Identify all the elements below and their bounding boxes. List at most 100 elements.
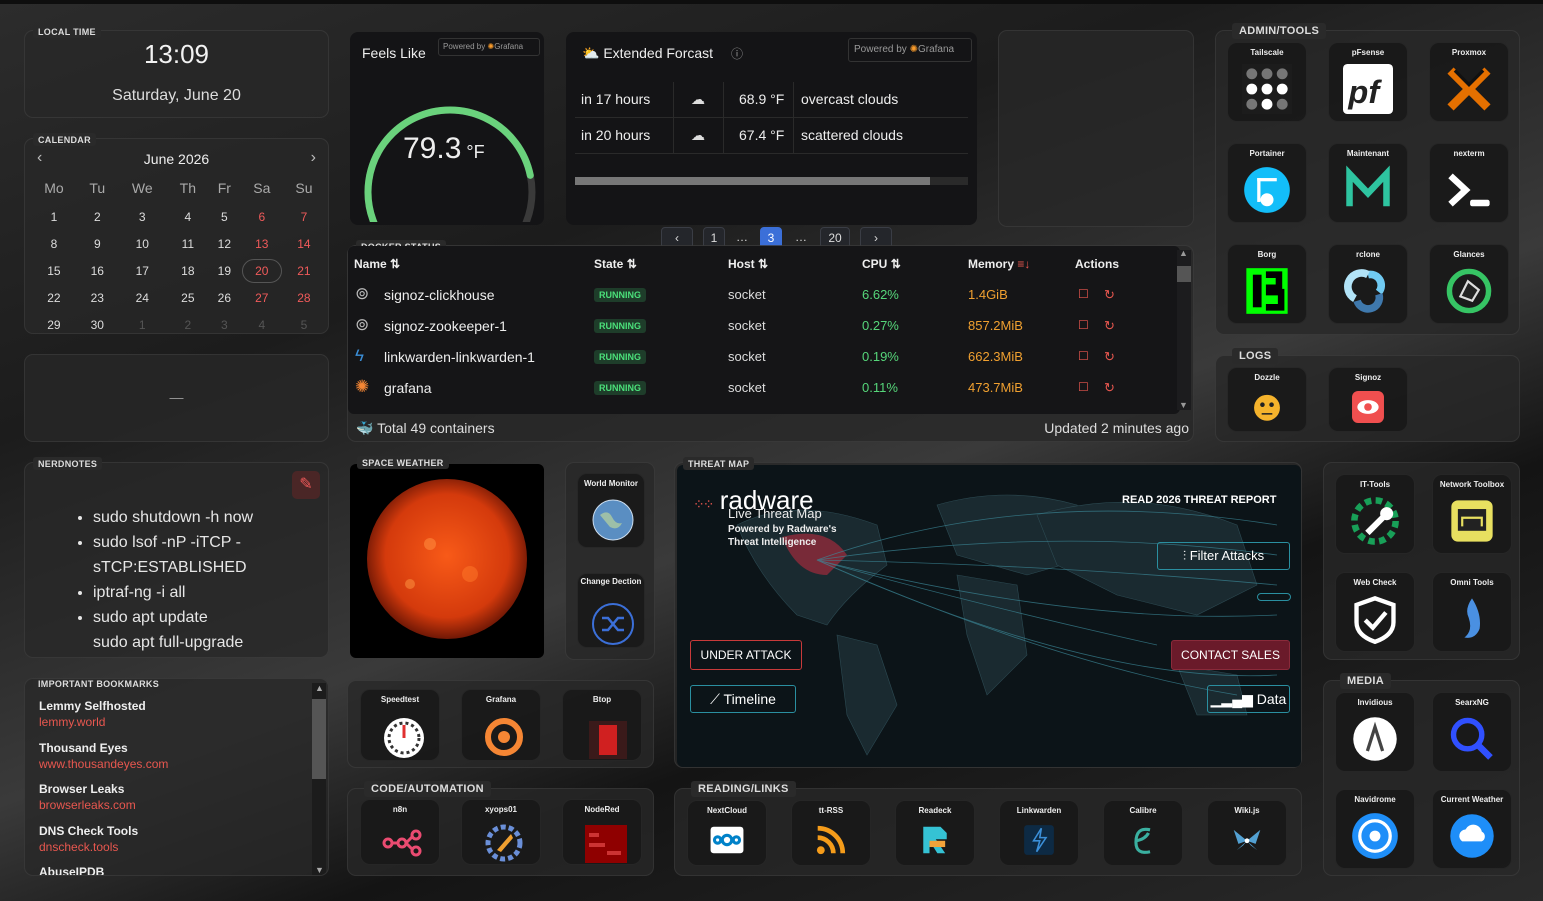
calendar-day[interactable]: 16 xyxy=(78,257,117,284)
forecast-scroll-thumb[interactable] xyxy=(575,177,930,185)
timeline-button[interactable]: ⟋ Timeline xyxy=(690,685,796,713)
stop-icon[interactable]: ☐ xyxy=(1078,318,1089,332)
ittools-tile[interactable]: IT-Tools xyxy=(1335,474,1415,554)
grafana-powered-badge[interactable]: Powered by ✺Grafana xyxy=(438,38,540,56)
bookmark-item[interactable]: AbuseIPDB xyxy=(39,865,104,875)
calendar-day[interactable]: 7 xyxy=(283,203,325,230)
scroll-thumb[interactable] xyxy=(1177,266,1191,282)
restart-icon[interactable]: ↻ xyxy=(1104,349,1115,365)
calendar-day[interactable]: 18 xyxy=(168,257,208,284)
calendar-day[interactable]: 9 xyxy=(78,230,117,257)
calendar-day[interactable]: 25 xyxy=(168,284,208,311)
bookmarks-scrollbar[interactable]: ▲ ▼ xyxy=(312,683,326,875)
scroll-thumb[interactable] xyxy=(312,699,326,779)
calendar-day[interactable]: 13 xyxy=(241,230,283,257)
bookmark-url[interactable]: dnscheck.tools xyxy=(39,840,138,854)
nexterm-tile[interactable]: nexterm xyxy=(1429,143,1509,223)
rss-tile[interactable]: tt-RSS xyxy=(791,800,871,866)
calendar-day[interactable]: 6 xyxy=(241,203,283,230)
edit-icon[interactable]: ✎ xyxy=(292,471,320,499)
calendar-day[interactable]: 5 xyxy=(208,203,241,230)
nodered-tile[interactable]: NodeRed xyxy=(562,799,642,865)
change-detection-tile[interactable]: Change Dection xyxy=(577,573,645,648)
calibre-tile[interactable]: Calibre xyxy=(1103,800,1183,866)
table-row[interactable]: ϟ linkwarden-linkwarden-1 RUNNING socket… xyxy=(348,341,1168,371)
calendar-day[interactable]: 2 xyxy=(168,311,208,338)
readeck-tile[interactable]: Readeck xyxy=(895,800,975,866)
bookmark-item[interactable]: Browser Leaks browserleaks.com xyxy=(39,782,136,812)
xyops-tile[interactable]: xyops01 xyxy=(461,799,541,865)
threat-report-link[interactable]: READ 2026 THREAT REPORT xyxy=(1122,494,1276,506)
wikijs-tile[interactable]: Wiki.js xyxy=(1207,800,1287,866)
calendar-day[interactable]: 23 xyxy=(78,284,117,311)
n8n-tile[interactable]: n8n xyxy=(360,799,440,865)
calendar-day[interactable]: 12 xyxy=(208,230,241,257)
searxng-tile[interactable]: SearxNG xyxy=(1432,692,1512,772)
calendar-day[interactable]: 30 xyxy=(78,311,117,338)
restart-icon[interactable]: ↻ xyxy=(1104,287,1115,303)
invidious-tile[interactable]: Invidious xyxy=(1335,692,1415,772)
bookmark-item[interactable]: DNS Check Tools dnscheck.tools xyxy=(39,824,138,854)
docker-scrollbar[interactable]: ▲ ▼ xyxy=(1177,248,1191,410)
stop-icon[interactable]: ☐ xyxy=(1078,287,1089,301)
calendar-day[interactable]: 4 xyxy=(168,203,208,230)
calendar-day[interactable]: 27 xyxy=(241,284,283,311)
calendar-day[interactable]: 5 xyxy=(283,311,325,338)
restart-icon[interactable]: ↻ xyxy=(1104,318,1115,334)
rclone-tile[interactable]: rclone xyxy=(1328,244,1408,324)
under-attack-button[interactable]: UNDER ATTACK xyxy=(690,640,802,670)
dozzle-tile[interactable]: Dozzle xyxy=(1227,367,1307,432)
bookmark-url[interactable]: www.thousandeyes.com xyxy=(39,757,168,771)
calendar-day[interactable]: 14 xyxy=(283,230,325,257)
table-row[interactable]: ⊚ signoz-zookeeper-1 RUNNING socket 0.27… xyxy=(348,310,1168,340)
webcheck-tile[interactable]: Web Check xyxy=(1335,572,1415,652)
netbox-tile[interactable]: Network Toolbox xyxy=(1432,474,1512,554)
pfsense-tile[interactable]: pFsense pf xyxy=(1328,42,1408,122)
data-button[interactable]: ▁▂▄▆ Data xyxy=(1207,685,1290,713)
calendar-day[interactable]: 4 xyxy=(241,311,283,338)
calendar-day[interactable]: 28 xyxy=(283,284,325,311)
bookmark-item[interactable]: Thousand Eyes www.thousandeyes.com xyxy=(39,741,168,771)
scroll-up-icon[interactable]: ▲ xyxy=(1179,248,1188,258)
scroll-down-icon[interactable]: ▼ xyxy=(1179,400,1188,410)
calendar-day[interactable]: 26 xyxy=(208,284,241,311)
calendar-day[interactable]: 1 xyxy=(117,311,168,338)
calendar-day[interactable]: 19 xyxy=(208,257,241,284)
stop-icon[interactable]: ☐ xyxy=(1078,349,1089,363)
info-icon[interactable]: ⓘ xyxy=(731,47,743,61)
navidrome-tile[interactable]: Navidrome xyxy=(1335,789,1415,869)
calendar-day[interactable]: 10 xyxy=(117,230,168,257)
calendar-day[interactable]: 21 xyxy=(283,257,325,284)
tailscale-tile[interactable]: Tailscale xyxy=(1227,42,1307,122)
contact-sales-button[interactable]: CONTACT SALES xyxy=(1171,640,1290,670)
table-row[interactable]: ✺ grafana RUNNING socket 0.11% 473.7MiB … xyxy=(348,372,1168,402)
col-memory[interactable]: Memory ≡↓ xyxy=(968,257,1030,271)
col-host[interactable]: Host ⇅ xyxy=(728,257,768,271)
calendar-day[interactable]: 24 xyxy=(117,284,168,311)
calendar-day[interactable]: 11 xyxy=(168,230,208,257)
calendar-day[interactable]: 20 xyxy=(241,257,283,284)
toggle-switch[interactable] xyxy=(1257,593,1291,601)
calendar-day[interactable]: 3 xyxy=(117,203,168,230)
nextcloud-tile[interactable]: NextCloud xyxy=(687,800,767,866)
scroll-up-icon[interactable]: ▲ xyxy=(315,683,324,693)
next-month-button[interactable]: › xyxy=(311,149,316,167)
col-state[interactable]: State ⇅ xyxy=(594,257,637,271)
table-row[interactable]: ⊚ signoz-clickhouse RUNNING socket 6.62%… xyxy=(348,279,1168,309)
calendar-day[interactable]: 17 xyxy=(117,257,168,284)
scroll-down-icon[interactable]: ▼ xyxy=(315,865,324,875)
portainer-tile[interactable]: Portainer xyxy=(1227,143,1307,223)
calendar-day[interactable]: 22 xyxy=(30,284,78,311)
linkwarden-tile[interactable]: Linkwarden xyxy=(999,800,1079,866)
col-cpu[interactable]: CPU ⇅ xyxy=(862,257,901,271)
bookmark-url[interactable]: lemmy.world xyxy=(39,715,146,729)
grafana-tile[interactable]: Grafana xyxy=(461,689,541,761)
proxmox-tile[interactable]: Proxmox xyxy=(1429,42,1509,122)
btop-tile[interactable]: Btop xyxy=(562,689,642,761)
calendar-day[interactable]: 29 xyxy=(30,311,78,338)
stop-icon[interactable]: ☐ xyxy=(1078,380,1089,394)
threat-map-canvas[interactable]: ⁘⁘ radware Live Threat Map Powered by Ra… xyxy=(677,465,1301,767)
restart-icon[interactable]: ↻ xyxy=(1104,380,1115,396)
grafana-powered-badge-2[interactable]: Powered by ✺Grafana xyxy=(848,38,972,62)
filter-attacks-button[interactable]: ⫶ Filter Attacks xyxy=(1157,542,1290,570)
